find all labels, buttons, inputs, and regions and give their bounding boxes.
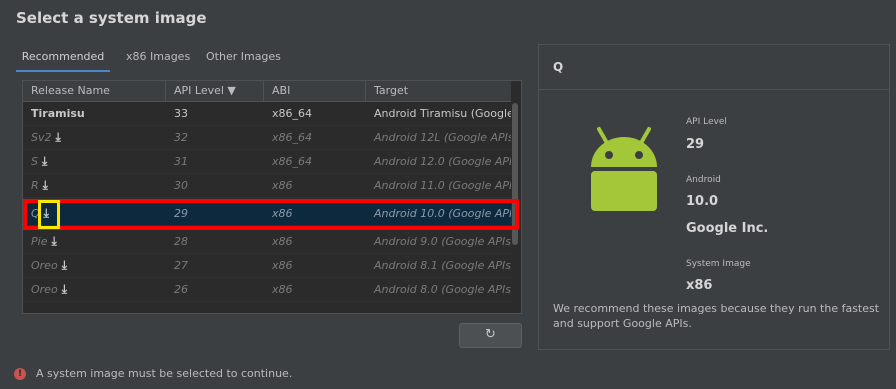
error-message: ! A system image must be selected to cont…: [14, 367, 292, 383]
release-name: Tiramisu: [31, 107, 85, 120]
release-name: Oreo: [31, 283, 58, 296]
api-level: 26: [174, 283, 188, 296]
api-level: 30: [174, 179, 188, 192]
android-icon: [591, 127, 657, 211]
target: Android Tiramisu (Google APIs): [374, 107, 511, 120]
table-row[interactable]: Pie ⤓ 28 x86 Android 9.0 (Google APIs): [23, 230, 511, 254]
download-icon[interactable]: ⤓: [62, 254, 67, 277]
abi: x86_64: [272, 155, 313, 168]
release-name: Pie: [31, 235, 48, 248]
tab-other-images[interactable]: Other Images: [206, 46, 281, 70]
api-level: 29: [174, 207, 188, 220]
table-row-selected[interactable]: Q ⤓ 29 x86 Android 10.0 (Google APIs): [23, 202, 511, 226]
download-icon[interactable]: ⤓: [56, 126, 61, 149]
api-level: 32: [174, 131, 188, 144]
window-title: Select a system image: [16, 9, 207, 27]
abi: x86_64: [272, 131, 313, 144]
column-header-abi[interactable]: ABI: [264, 81, 366, 101]
release-name: Q: [31, 207, 40, 220]
table-row[interactable]: R ⤓ 30 x86 Android 11.0 (Google APIs): [23, 174, 511, 198]
system-image-table: Release Name API Level ▼ ABI Target Tira…: [22, 80, 522, 314]
column-header-api-level[interactable]: API Level ▼: [166, 81, 264, 101]
api-level-label: API Level: [686, 117, 727, 127]
download-icon[interactable]: ⤓: [62, 278, 67, 301]
abi: x86: [272, 283, 293, 296]
refresh-button[interactable]: ↻: [459, 323, 522, 348]
download-icon[interactable]: ⤓: [42, 150, 47, 173]
column-header-release-name[interactable]: Release Name: [23, 81, 166, 101]
table-header: Release Name API Level ▼ ABI Target: [23, 81, 511, 102]
target: Android 12L (Google APIs): [374, 131, 511, 144]
abi: x86: [272, 235, 293, 248]
tab-recommended[interactable]: Recommended: [16, 46, 110, 72]
target: Android 12.0 (Google APIs): [374, 155, 511, 168]
download-icon[interactable]: ⤓: [44, 202, 49, 225]
api-level: 31: [174, 155, 188, 168]
download-icon[interactable]: ⤓: [51, 230, 56, 253]
target: Android 10.0 (Google APIs): [374, 207, 511, 220]
abi: x86_64: [272, 107, 313, 120]
details-header: Q: [539, 45, 889, 90]
target: Android 8.1 (Google APIs): [374, 259, 511, 272]
details-title: Q: [553, 60, 564, 74]
api-level: 33: [174, 107, 188, 120]
download-icon[interactable]: ⤓: [43, 174, 48, 197]
api-level: 28: [174, 235, 188, 248]
system-image-label: System Image: [686, 259, 751, 269]
target: Android 8.0 (Google APIs): [374, 283, 511, 296]
system-image-value: x86: [686, 278, 713, 293]
release-name: S: [31, 155, 38, 168]
table-row[interactable]: Oreo ⤓ 27 x86 Android 8.1 (Google APIs): [23, 254, 511, 278]
release-name: Sv2: [31, 131, 52, 144]
vendor-name: Google Inc.: [686, 221, 769, 236]
image-details-panel: Q API Level 29 Android 10.0 Google Inc. …: [538, 44, 890, 350]
release-name: R: [31, 179, 39, 192]
table-row[interactable]: Sv2 ⤓ 32 x86_64 Android 12L (Google APIs): [23, 126, 511, 150]
refresh-icon: ↻: [485, 327, 496, 342]
error-icon: !: [14, 368, 26, 380]
api-level-value: 29: [686, 137, 705, 152]
release-name: Oreo: [31, 259, 58, 272]
target: Android 11.0 (Google APIs): [374, 179, 511, 192]
abi: x86: [272, 207, 293, 220]
abi: x86: [272, 179, 293, 192]
table-row[interactable]: Tiramisu 33 x86_64 Android Tiramisu (Goo…: [23, 102, 511, 126]
table-row[interactable]: Oreo ⤓ 26 x86 Android 8.0 (Google APIs): [23, 278, 511, 302]
column-header-target[interactable]: Target: [366, 81, 511, 101]
abi: x86: [272, 259, 293, 272]
android-version-label: Android: [686, 175, 721, 185]
title-bar: Select a system image: [0, 0, 896, 36]
android-version-value: 10.0: [686, 194, 719, 209]
error-text: A system image must be selected to conti…: [36, 367, 293, 380]
tab-x86-images[interactable]: x86 Images: [126, 46, 190, 70]
api-level: 27: [174, 259, 188, 272]
table-scrollbar-thumb[interactable]: [512, 103, 518, 245]
target: Android 9.0 (Google APIs): [374, 235, 511, 248]
table-row[interactable]: S ⤓ 31 x86_64 Android 12.0 (Google APIs): [23, 150, 511, 174]
recommendation-text: We recommend these images because they r…: [553, 302, 880, 330]
